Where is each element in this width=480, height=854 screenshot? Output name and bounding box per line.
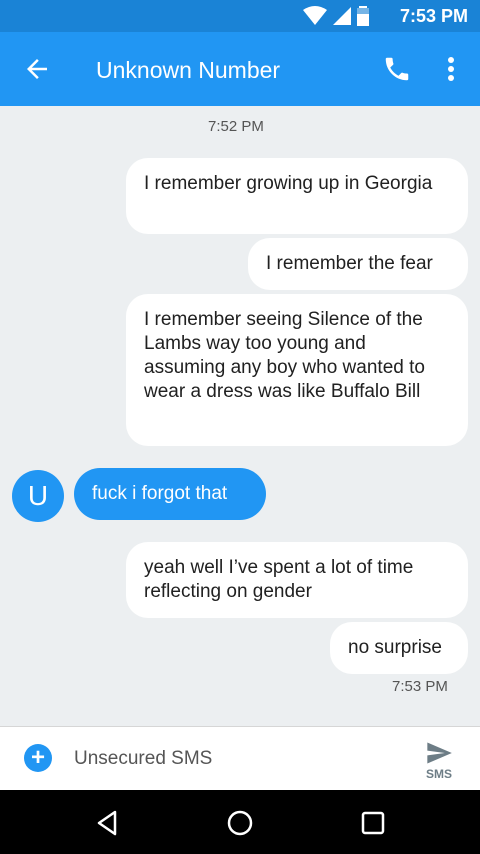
battery-icon xyxy=(357,6,369,26)
back-nav-icon[interactable] xyxy=(92,808,122,838)
send-button[interactable]: SMS xyxy=(414,733,464,785)
timestamp: 7:52 PM xyxy=(208,118,264,135)
back-arrow-icon[interactable] xyxy=(22,54,52,84)
status-bar: 7:53 PM xyxy=(0,0,480,32)
message-input[interactable] xyxy=(74,745,394,773)
message-bubble-outgoing[interactable]: I remember seeing Silence of the Lambs w… xyxy=(126,294,468,446)
status-time: 7:53 PM xyxy=(399,6,468,26)
message-bubble-outgoing[interactable]: yeah well I’ve spent a lot of time refle… xyxy=(126,542,468,618)
phone-call-icon[interactable] xyxy=(382,54,412,84)
recents-nav-icon[interactable] xyxy=(358,808,388,838)
message-bubble-outgoing[interactable]: I remember the fear xyxy=(248,238,468,290)
status-icons xyxy=(302,6,370,26)
message-bubble-incoming[interactable]: fuck i forgot that xyxy=(74,468,266,520)
message-bubble-outgoing[interactable]: no surprise xyxy=(330,622,468,674)
contact-avatar[interactable]: U xyxy=(12,470,64,522)
timestamp: 7:53 PM xyxy=(392,678,448,695)
navigation-bar xyxy=(0,790,480,854)
more-options-icon[interactable] xyxy=(440,54,462,84)
wifi-icon xyxy=(303,6,327,25)
cell-signal-icon xyxy=(333,7,351,25)
app-bar: Unknown Number xyxy=(0,32,480,106)
add-attachment-button[interactable]: + xyxy=(24,744,52,772)
home-nav-icon[interactable] xyxy=(225,808,255,838)
message-bubble-outgoing[interactable]: I remember growing up in Georgia xyxy=(126,158,468,234)
message-thread[interactable]: 7:52 PM I remember growing up in Georgia… xyxy=(0,106,480,726)
send-label: SMS xyxy=(425,767,452,781)
send-icon xyxy=(427,742,452,764)
conversation-title: Unknown Number xyxy=(96,57,281,83)
message-composer: + SMS xyxy=(0,726,480,790)
